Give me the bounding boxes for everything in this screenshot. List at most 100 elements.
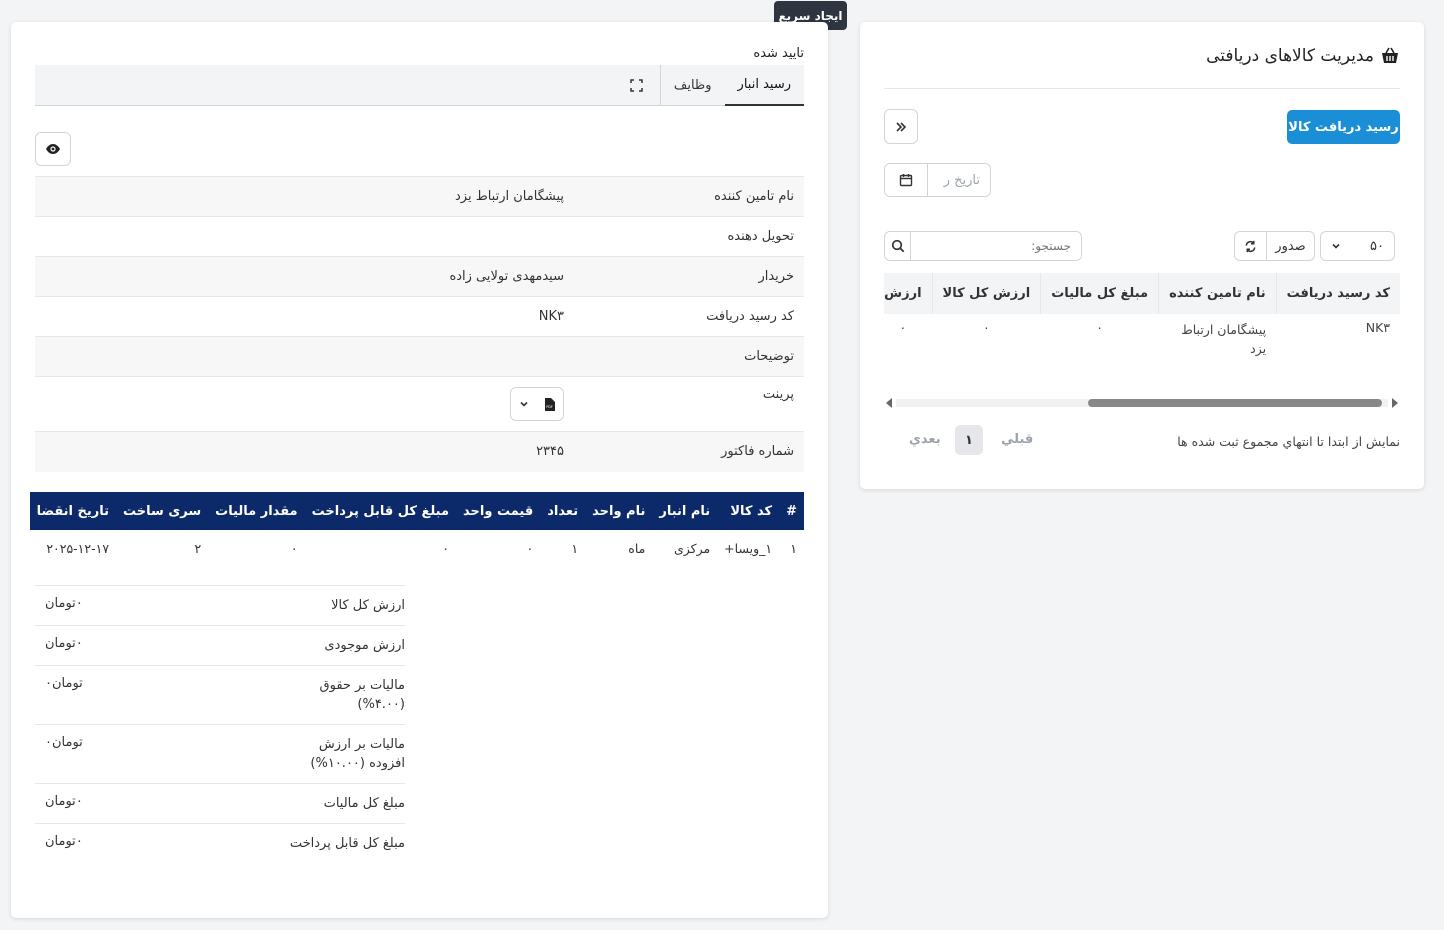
totals-value: ۰تومان	[45, 794, 83, 809]
detail-label: کد رسید دریافت	[706, 309, 794, 324]
basket-icon	[1382, 47, 1398, 63]
receipts-table: کد رسید دریافت نام تامین کننده مبلغ کل م…	[884, 273, 1400, 364]
table-row[interactable]: NK۳ پیشگامان ارتباط یزد ۰ ۰ ۰	[884, 314, 1400, 364]
pagination-current[interactable]: ۱	[955, 425, 983, 455]
detail-value: NK۳	[538, 309, 564, 324]
pdf-file-icon: PDF	[545, 397, 556, 411]
cell-unit-price: ۰	[526, 540, 534, 556]
pagination-prev[interactable]: قبلي	[1001, 432, 1033, 447]
export-button[interactable]: صدور	[1267, 232, 1314, 260]
calendar-button[interactable]	[885, 164, 928, 196]
col-total-tax[interactable]: مبلغ کل مالیات	[1040, 273, 1159, 314]
cell-tax-amount: ۰	[290, 540, 298, 556]
table-row: ۱ ۱_ویسا+ مرکزی ماه ۱ ۰ ۰ ۰ ۲ ۲۰۲۵-۱۲-۱۷	[30, 530, 804, 566]
cell-supplier: پیشگامان ارتباط یزد	[1181, 322, 1267, 356]
fullscreen-button[interactable]	[613, 65, 661, 106]
search-group	[884, 231, 1082, 261]
svg-text:PDF: PDF	[546, 405, 553, 409]
col-value[interactable]: ارزش	[884, 273, 933, 314]
search-button[interactable]	[885, 232, 911, 260]
totals-label: مالیات بر حقوق (۴.۰۰%)	[319, 678, 405, 712]
cell-code: NK۳	[1365, 320, 1390, 335]
tabs-bar: رسید انبار وظایف	[35, 65, 804, 106]
col-tax-amount: مقدار مالیات	[208, 492, 305, 530]
refresh-icon	[1245, 240, 1256, 252]
cell-total-tax: ۰	[1096, 320, 1103, 335]
pagination-next[interactable]: بعدي	[909, 432, 941, 447]
detail-label: خریدار	[758, 269, 794, 284]
detail-value: ۲۳۴۵	[536, 444, 564, 460]
search-icon	[891, 239, 904, 253]
detail-label: توضیحات	[744, 349, 794, 364]
cell-payable-total: ۰	[442, 540, 449, 556]
chevron-down-icon	[1332, 243, 1340, 249]
totals-value: ۰تومان	[45, 834, 83, 849]
col-payable-total: مبلغ کل قابل پرداخت	[304, 492, 456, 530]
col-supplier[interactable]: نام تامین کننده	[1158, 273, 1277, 314]
col-item-code: کد کالا	[717, 492, 780, 530]
col-batch: سری ساخت	[116, 492, 209, 530]
scroll-right-arrow-icon[interactable]	[1392, 398, 1398, 408]
receipt-detail-panel: تایید شده رسید انبار وظایف نام تامین کنن…	[11, 22, 828, 918]
detail-row: خریدار سیدمهدی تولایی زاده	[35, 256, 804, 297]
totals-value: تومان۰	[45, 735, 83, 750]
totals-value: ۰تومان	[45, 596, 83, 611]
col-unit-price: قیمت واحد	[456, 492, 541, 530]
chevron-down-icon	[520, 401, 528, 407]
cell-quantity: ۱	[571, 540, 579, 556]
receipts-table-wrapper: کد رسید دریافت نام تامین کننده مبلغ کل م…	[884, 273, 1400, 373]
totals-row: مالیات بر حقوق (۴.۰۰%) تومان۰	[35, 665, 405, 725]
col-quantity: تعداد	[540, 492, 586, 530]
per-page-value: ۵۰	[1370, 238, 1384, 254]
expand-icon	[630, 79, 643, 92]
totals-value: تومان۰	[45, 676, 83, 691]
cell-warehouse: مرکزی	[673, 540, 711, 556]
cell-unit: ماه	[628, 540, 646, 556]
date-input[interactable]: تاریخ ر	[928, 164, 990, 196]
totals-label: ارزش کل کالا	[331, 598, 405, 613]
tab-warehouse-receipt[interactable]: رسید انبار	[724, 65, 804, 106]
date-filter: تاریخ ر	[884, 163, 991, 197]
detail-label: نام تامین کننده	[714, 189, 794, 204]
cell-index: ۱	[790, 540, 797, 556]
col-receipt-code[interactable]: کد رسید دریافت	[1275, 273, 1400, 314]
cell-expiry: ۲۰۲۵-۱۲-۱۷	[46, 540, 110, 556]
view-button[interactable]	[35, 132, 71, 166]
totals-row: مالیات بر ارزش افزوده (۱۰.۰۰%) تومان۰	[35, 724, 405, 784]
cell-batch: ۲	[194, 540, 202, 556]
totals-label: مبلغ کل قابل پرداخت	[289, 836, 405, 851]
new-receipt-button[interactable]: رسید دریافت کالا	[1287, 110, 1400, 144]
double-chevron-right-icon	[896, 121, 907, 132]
col-total-value[interactable]: ارزش کل کالا	[931, 273, 1041, 314]
detail-row: شماره فاکتور ۲۳۴۵	[35, 431, 804, 472]
detail-value: پیشگامان ارتباط یزد	[454, 189, 564, 204]
refresh-button[interactable]	[1235, 232, 1267, 260]
col-expiry: تاریخ انقضا	[29, 492, 117, 530]
scrollbar-thumb[interactable]	[1088, 399, 1382, 407]
collapse-button[interactable]	[884, 109, 918, 144]
calendar-icon	[899, 174, 913, 187]
detail-label: شماره فاکتور	[721, 444, 794, 460]
cell-value: ۰	[899, 320, 907, 335]
col-warehouse: نام انبار	[652, 492, 718, 530]
totals-label: مبلغ کل مالیات	[323, 796, 405, 811]
detail-value	[35, 217, 564, 257]
panel-title: مدیریت کالاهای دریافتی	[1206, 46, 1400, 66]
print-dropdown-button[interactable]: PDF	[510, 387, 564, 421]
receipt-details: نام تامین کننده پیشگامان ارتباط یزد تحوی…	[35, 176, 804, 472]
totals-table: ارزش کل کالا ۰تومان ارزش موجودی ۰تومان م…	[35, 585, 405, 863]
detail-row: نام تامین کننده پیشگامان ارتباط یزد	[35, 176, 804, 217]
horizontal-scrollbar[interactable]	[886, 397, 1398, 409]
pagination-info: نمایش از ابتدا تا انتهاي مجموع ثبت شده ه…	[1177, 434, 1400, 449]
items-table: # کد کالا نام انبار نام واحد تعداد قیمت …	[29, 492, 804, 566]
tab-tasks[interactable]: وظایف	[661, 65, 725, 106]
detail-label: تحویل دهنده	[727, 229, 794, 244]
detail-row: کد رسید دریافت NK۳	[35, 296, 804, 337]
divider	[884, 88, 1400, 89]
receipts-panel: مدیریت کالاهای دریافتی رسید دریافت کالا …	[860, 22, 1424, 489]
search-input[interactable]	[911, 232, 1081, 260]
detail-row: پرینت PDF	[35, 376, 804, 432]
detail-label: پرینت	[762, 387, 794, 402]
scroll-left-arrow-icon[interactable]	[886, 398, 892, 408]
per-page-select[interactable]: ۵۰	[1320, 231, 1395, 261]
